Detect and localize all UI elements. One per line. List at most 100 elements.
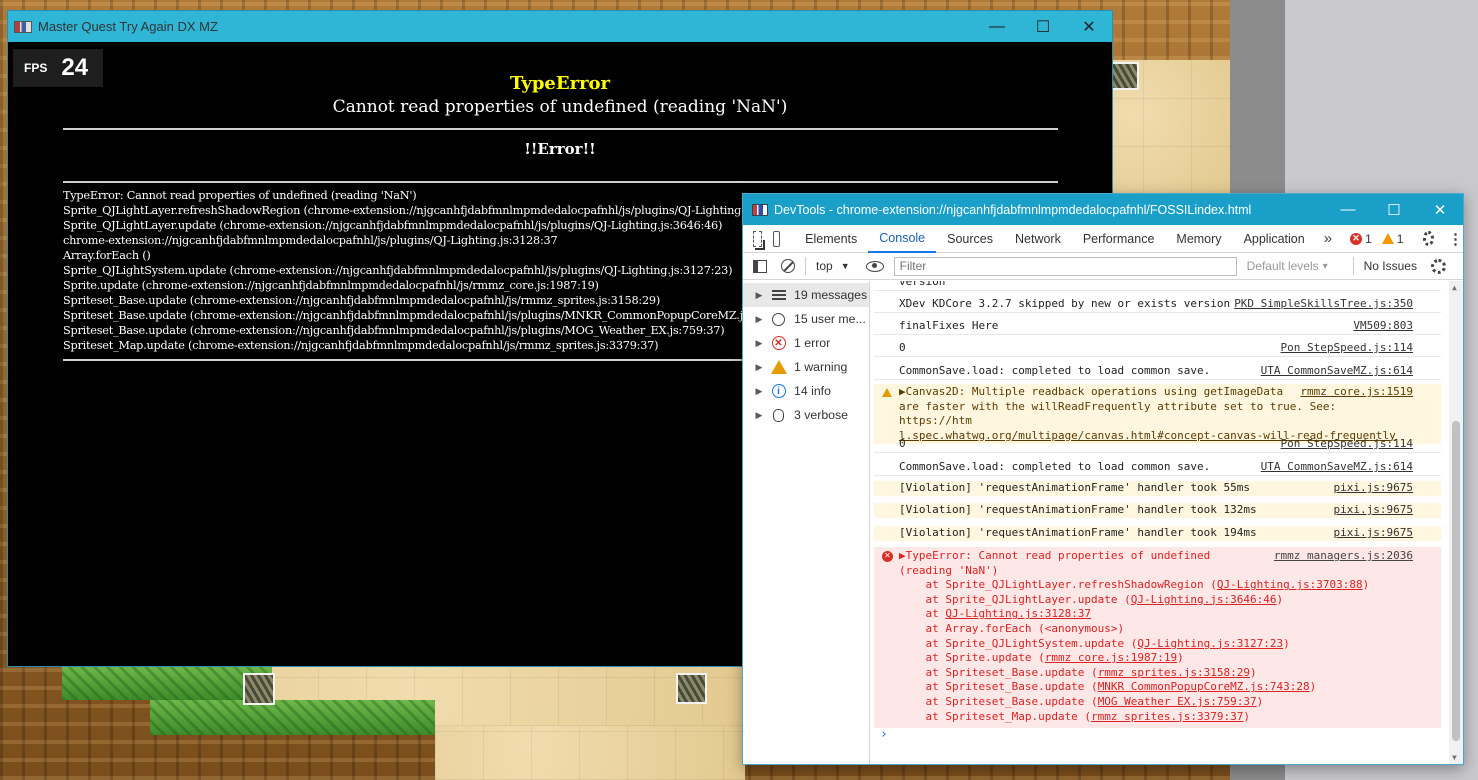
frame-source-link[interactable]: QJ-Lighting.js:3127:23 <box>1137 637 1283 650</box>
inspect-element-icon[interactable] <box>753 230 763 247</box>
expand-caret-icon[interactable]: ▶ <box>749 338 769 349</box>
source-link[interactable]: UTA CommonSaveMZ.js:614 <box>1261 460 1413 475</box>
device-toolbar-icon[interactable] <box>773 230 781 247</box>
maximize-button[interactable]: ☐ <box>1020 11 1066 42</box>
sidebar-item-messages[interactable]: ▶ 19 messages <box>743 283 869 307</box>
error-icon: ✕ <box>771 336 786 350</box>
frame-source-link[interactable]: rmmz sprites.js:3379:37 <box>1091 710 1243 723</box>
sidebar-item-label: 1 warning <box>794 360 848 374</box>
filter-input[interactable] <box>893 256 1237 276</box>
rock-tile <box>676 673 707 704</box>
close-button[interactable]: ✕ <box>1066 11 1112 42</box>
frame-source-link[interactable]: QJ-Lighting.js:3646:46 <box>1131 593 1277 606</box>
message-text: finalFixes Here <box>899 319 999 332</box>
error-count-badge[interactable]: ✕ 1 <box>1350 232 1372 246</box>
frame-function: at Spriteset_Base.update ( <box>899 680 1098 694</box>
more-options-icon[interactable]: ⋮ <box>1448 230 1463 248</box>
console-warning[interactable]: ▶Canvas2D: Multiple readback operations … <box>874 384 1441 445</box>
dropdown-arrow-icon: ▼ <box>840 261 850 271</box>
sidebar-item-info[interactable]: ▶ i 14 info <box>743 379 869 403</box>
error-stack-frame: at Spriteset_Base.update (rmmz sprites.j… <box>899 666 1413 681</box>
source-link[interactable]: pixi.js:9675 <box>1334 526 1413 541</box>
frame-close-paren: ) <box>1276 592 1284 606</box>
sidebar-item-errors[interactable]: ▶ ✕ 1 error <box>743 331 869 355</box>
levels-label: Default levels <box>1246 259 1319 273</box>
sidebar-item-label: 15 user me... <box>794 312 866 326</box>
clear-console-icon[interactable] <box>781 259 795 273</box>
minimize-button[interactable]: — <box>1325 194 1371 225</box>
source-link[interactable]: pixi.js:9675 <box>1334 503 1413 518</box>
settings-gear-icon[interactable] <box>1423 231 1434 246</box>
tab-application[interactable]: Application <box>1233 225 1316 253</box>
console-message: 0 Pon StepSpeed.js:114 <box>874 437 1441 453</box>
expand-caret-icon[interactable]: ▶ <box>749 410 769 421</box>
sidebar-item-verbose[interactable]: ▶ 3 verbose <box>743 403 869 427</box>
frame-source-link[interactable]: MOG Weather EX.js:759:37 <box>1098 695 1257 708</box>
message-text: 0 <box>899 341 906 354</box>
frame-close-paren: ) <box>1243 709 1251 723</box>
console-message: CommonSave.load: completed to load commo… <box>874 460 1441 476</box>
source-link[interactable]: VM509:803 <box>1353 319 1413 334</box>
devtools-titlebar[interactable]: DevTools - chrome-extension://njgcanhfjd… <box>743 194 1463 225</box>
divider <box>63 128 1058 130</box>
sidebar-item-user-messages[interactable]: ▶ 15 user me... <box>743 307 869 331</box>
expand-caret-icon[interactable]: ▶ <box>749 362 769 373</box>
close-button[interactable]: ✕ <box>1417 194 1463 225</box>
source-link[interactable]: Pon StepSpeed.js:114 <box>1281 341 1413 356</box>
tab-console[interactable]: Console <box>868 225 937 253</box>
frame-source-link[interactable]: QJ-Lighting.js:3128:37 <box>945 607 1091 620</box>
tab-sources[interactable]: Sources <box>936 225 1004 253</box>
console-scrollbar[interactable]: ▲ ▼ <box>1449 281 1463 764</box>
sidebar-item-label: 19 messages <box>794 288 868 302</box>
bush-tile <box>243 673 275 705</box>
message-text: CommonSave.load: completed to load commo… <box>899 460 1211 473</box>
console-prompt[interactable]: › <box>880 727 888 742</box>
scroll-up-icon[interactable]: ▲ <box>1452 283 1457 292</box>
context-value: top <box>816 259 833 273</box>
frame-source-link[interactable]: QJ-Lighting.js:3703:88 <box>1217 578 1363 591</box>
console-output: version XDev KDCore 3.2.7 skipped by new… <box>870 281 1463 764</box>
maximize-button[interactable]: ☐ <box>1371 194 1417 225</box>
expand-caret-icon[interactable]: ▶ <box>749 290 769 301</box>
sidebar-item-warnings[interactable]: ▶ 1 warning <box>743 355 869 379</box>
frame-function: at <box>899 607 946 621</box>
frame-source-link[interactable]: rmmz sprites.js:3158:29 <box>1098 666 1250 679</box>
warning-count-badge[interactable]: 1 <box>1381 231 1404 246</box>
console-settings-gear-icon[interactable] <box>1430 258 1446 274</box>
show-sidebar-icon[interactable] <box>753 259 767 273</box>
warning-text-line: are faster with the willReadFrequently a… <box>899 399 1337 428</box>
live-expression-eye-icon[interactable] <box>865 260 884 272</box>
console-message: finalFixes Here VM509:803 <box>874 319 1441 335</box>
frame-source-link[interactable]: rmmz core.js:1987:19 <box>1045 651 1177 664</box>
source-link[interactable]: pixi.js:9675 <box>1334 481 1413 496</box>
sidebar-item-label: 14 info <box>794 384 831 398</box>
tab-performance[interactable]: Performance <box>1072 225 1166 253</box>
warning-count: 1 <box>1396 231 1404 246</box>
expand-caret-icon[interactable]: ▶ <box>749 386 769 397</box>
source-link[interactable]: PKD SimpleSkillsTree.js:350 <box>1234 297 1413 312</box>
tab-network[interactable]: Network <box>1004 225 1072 253</box>
console-error[interactable]: ✕ ▶TypeError: Cannot read properties of … <box>874 547 1441 729</box>
source-link[interactable]: Pon StepSpeed.js:114 <box>1281 437 1413 452</box>
message-text: CommonSave.load: completed to load commo… <box>899 364 1211 377</box>
frame-source-link[interactable]: MNKR CommonPopupCoreMZ.js:743:28 <box>1098 680 1310 693</box>
tab-elements[interactable]: Elements <box>794 225 868 253</box>
more-tabs-button[interactable]: » <box>1316 230 1340 247</box>
source-link[interactable]: rmmz managers.js:2036 <box>1274 549 1413 564</box>
scrollbar-thumb[interactable] <box>1452 421 1460 741</box>
stack-trace-line: TypeError: Cannot read properties of und… <box>63 189 417 202</box>
error-header: !!Error!! <box>524 140 596 158</box>
game-titlebar[interactable]: Master Quest Try Again DX MZ — ☐ ✕ <box>8 11 1112 42</box>
issues-button[interactable]: No Issues <box>1352 257 1417 275</box>
error-icon: ✕ <box>1350 232 1363 245</box>
tab-memory[interactable]: Memory <box>1165 225 1232 253</box>
expand-caret-icon[interactable]: ▶ <box>749 314 769 325</box>
context-selector[interactable]: top ▼ <box>816 259 850 273</box>
error-stack-trace: TypeError: Cannot read properties of und… <box>63 188 806 353</box>
minimize-button[interactable]: — <box>974 11 1020 42</box>
stack-trace-line: Spriteset_Base.update (chrome-extension:… <box>63 309 795 322</box>
source-link[interactable]: rmmz core.js:1519 <box>1300 385 1413 400</box>
log-levels-dropdown[interactable]: Default levels ▾ <box>1247 259 1339 273</box>
source-link[interactable]: UTA CommonSaveMZ.js:614 <box>1261 364 1413 379</box>
scroll-down-icon[interactable]: ▼ <box>1452 753 1457 762</box>
